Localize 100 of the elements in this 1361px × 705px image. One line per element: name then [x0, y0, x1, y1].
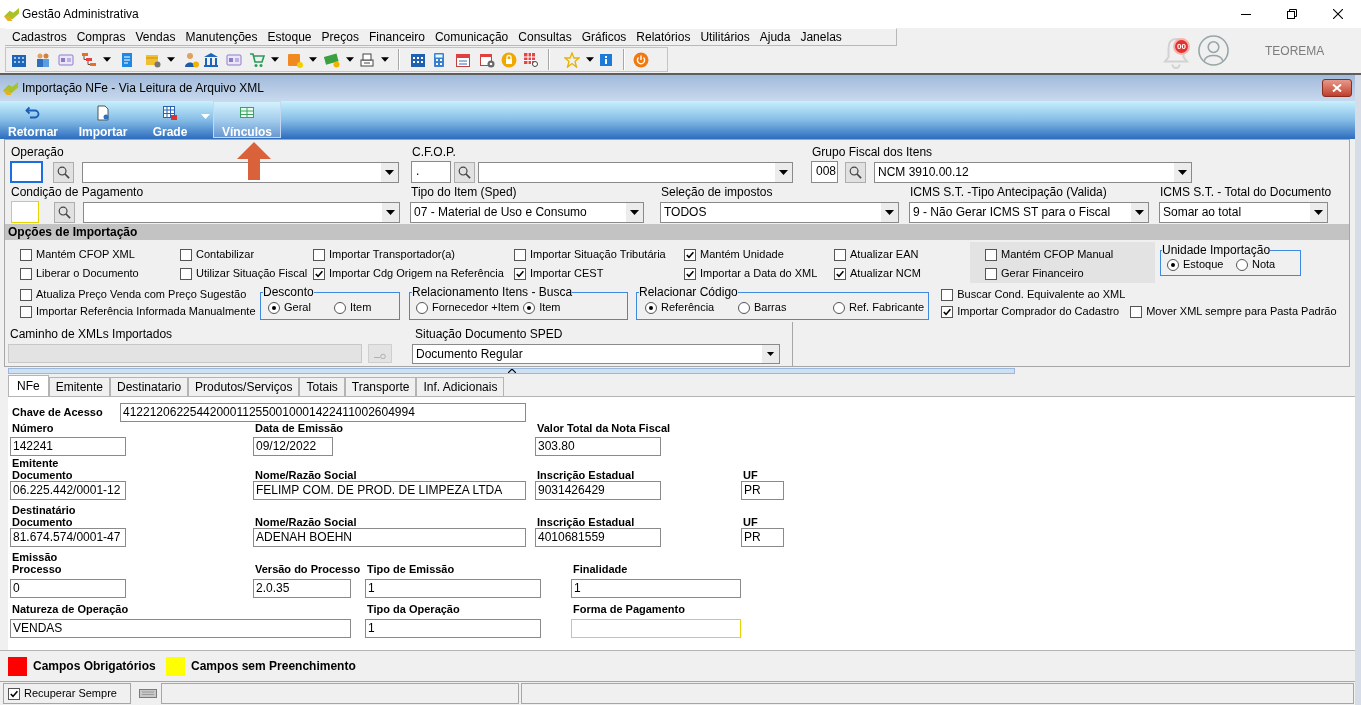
text-field[interactable]: 2.0.35	[253, 579, 351, 598]
menu-item[interactable]: Cadastros	[7, 29, 72, 45]
menu-item[interactable]: Preços	[316, 29, 364, 45]
hierarchy-icon[interactable]	[81, 51, 97, 68]
dropdown[interactable]: Documento Regular	[412, 344, 780, 364]
checkbox[interactable]	[20, 288, 32, 301]
caret-down-icon[interactable]	[271, 57, 279, 62]
calendar-icon[interactable]	[455, 51, 471, 68]
radio-button[interactable]	[523, 301, 536, 314]
cart-icon[interactable]	[249, 51, 265, 68]
close-button[interactable]	[1322, 79, 1352, 97]
calculator-icon[interactable]	[431, 51, 447, 68]
dropdown[interactable]: 07 - Material de Uso e Consumo	[410, 201, 644, 223]
text-field[interactable]: 9031426429	[535, 481, 661, 500]
dropdown[interactable]: 9 - Não Gerar ICMS ST para o Fiscal	[909, 201, 1149, 223]
radio-button[interactable]	[268, 301, 280, 314]
search-button[interactable]	[53, 161, 74, 183]
checkbox[interactable]	[514, 267, 526, 280]
radio-button[interactable]	[1236, 258, 1248, 271]
id-card-icon[interactable]	[58, 51, 74, 68]
tab[interactable]: Destinatario	[110, 377, 189, 396]
search-button[interactable]	[845, 161, 866, 183]
person-coin-icon[interactable]	[183, 51, 199, 68]
checkbox[interactable]	[20, 248, 32, 261]
checkbox[interactable]	[684, 267, 696, 280]
checkbox[interactable]	[985, 267, 997, 280]
bank-icon[interactable]	[203, 51, 219, 68]
code-field[interactable]	[10, 161, 43, 183]
checkbox[interactable]	[8, 687, 20, 700]
code-field[interactable]: .	[411, 161, 451, 183]
dropdown[interactable]	[82, 161, 399, 183]
search-button[interactable]	[454, 161, 475, 183]
power-icon[interactable]	[633, 51, 649, 68]
checkbox[interactable]	[834, 267, 846, 280]
menu-item[interactable]: Gráficos	[576, 29, 632, 45]
tab[interactable]: Emitente	[48, 377, 111, 396]
checkbox[interactable]	[684, 248, 696, 261]
checkbox[interactable]	[180, 248, 192, 261]
checkbox[interactable]	[834, 248, 846, 261]
text-field[interactable]: 303.80	[535, 437, 661, 456]
text-field[interactable]: 1	[365, 619, 541, 638]
menu-item[interactable]: Estoque	[262, 29, 317, 45]
menu-item[interactable]: Compras	[71, 29, 131, 45]
checkbox[interactable]	[985, 248, 997, 261]
text-field[interactable]: 0	[10, 579, 126, 598]
caret-down-icon[interactable]	[586, 57, 594, 62]
ribbon-button[interactable]: Importar	[74, 101, 132, 138]
code-field[interactable]: 008	[811, 161, 838, 183]
menu-item[interactable]: Janelas	[795, 29, 847, 45]
star-icon[interactable]	[564, 51, 580, 68]
ribbon-button[interactable]: Grade	[146, 101, 194, 138]
text-field[interactable]: PR	[741, 481, 784, 500]
tab[interactable]: Totais	[299, 377, 345, 396]
text-field[interactable]: 81.674.574/0001-47	[10, 528, 126, 547]
checkbox[interactable]	[180, 267, 192, 280]
caret-down-icon[interactable]	[309, 57, 317, 62]
menu-item[interactable]: Comunicação	[429, 29, 514, 45]
menu-item[interactable]: Relatórios	[631, 29, 696, 45]
checkbox[interactable]	[1130, 305, 1143, 318]
radio-button[interactable]	[334, 301, 346, 314]
text-field[interactable]: 142241	[10, 437, 126, 456]
text-field[interactable]: 4010681559	[535, 528, 661, 547]
text-field[interactable]: VENDAS	[10, 619, 351, 638]
menu-item[interactable]: Consultas	[513, 29, 577, 45]
tab[interactable]: Inf. Adicionais	[416, 377, 505, 396]
text-field[interactable]: 1	[571, 579, 741, 598]
people-icon[interactable]	[35, 51, 51, 68]
menu-item[interactable]: Financeiro	[363, 29, 430, 45]
radio-button[interactable]	[1167, 258, 1179, 271]
text-field[interactable]: FELIMP COM. DE PROD. DE LIMPEZA LTDA	[253, 481, 526, 500]
caret-down-icon[interactable]	[103, 57, 111, 62]
checkbox[interactable]	[20, 305, 32, 318]
text-field[interactable]: 41221206225442000112550010001422411002604994	[120, 403, 526, 422]
splitter-handle[interactable]	[8, 368, 1015, 374]
text-field[interactable]: 09/12/2022	[253, 437, 333, 456]
table-search-icon[interactable]	[523, 51, 539, 68]
text-field[interactable]: 06.225.442/0001-12	[10, 481, 126, 500]
tab[interactable]: Transporte	[344, 377, 417, 396]
tab[interactable]: NFe	[8, 375, 49, 396]
menu-item[interactable]: Vendas	[130, 29, 181, 45]
caret-down-icon[interactable]	[381, 57, 389, 62]
text-field[interactable]: PR	[741, 528, 784, 547]
dropdown[interactable]: Somar ao total	[1159, 201, 1328, 223]
dropdown[interactable]: TODOS	[660, 201, 899, 223]
search-button[interactable]	[54, 201, 75, 223]
document-icon[interactable]	[119, 51, 135, 68]
cash-register-icon[interactable]	[359, 51, 375, 68]
text-field[interactable]	[571, 619, 741, 638]
dropdown[interactable]	[83, 201, 400, 223]
checkbox[interactable]	[514, 248, 526, 261]
calendar-grid-icon[interactable]	[410, 51, 426, 68]
checkbox[interactable]	[20, 267, 32, 280]
menu-item[interactable]: Utilitários	[695, 29, 755, 45]
info-icon[interactable]	[598, 51, 614, 68]
radio-button[interactable]	[416, 301, 428, 314]
checkbox[interactable]	[941, 305, 954, 318]
radio-button[interactable]	[738, 301, 750, 314]
caret-down-icon[interactable]	[346, 57, 354, 62]
ribbon-button[interactable]: Retornar	[3, 101, 63, 138]
radio-button[interactable]	[645, 301, 657, 314]
